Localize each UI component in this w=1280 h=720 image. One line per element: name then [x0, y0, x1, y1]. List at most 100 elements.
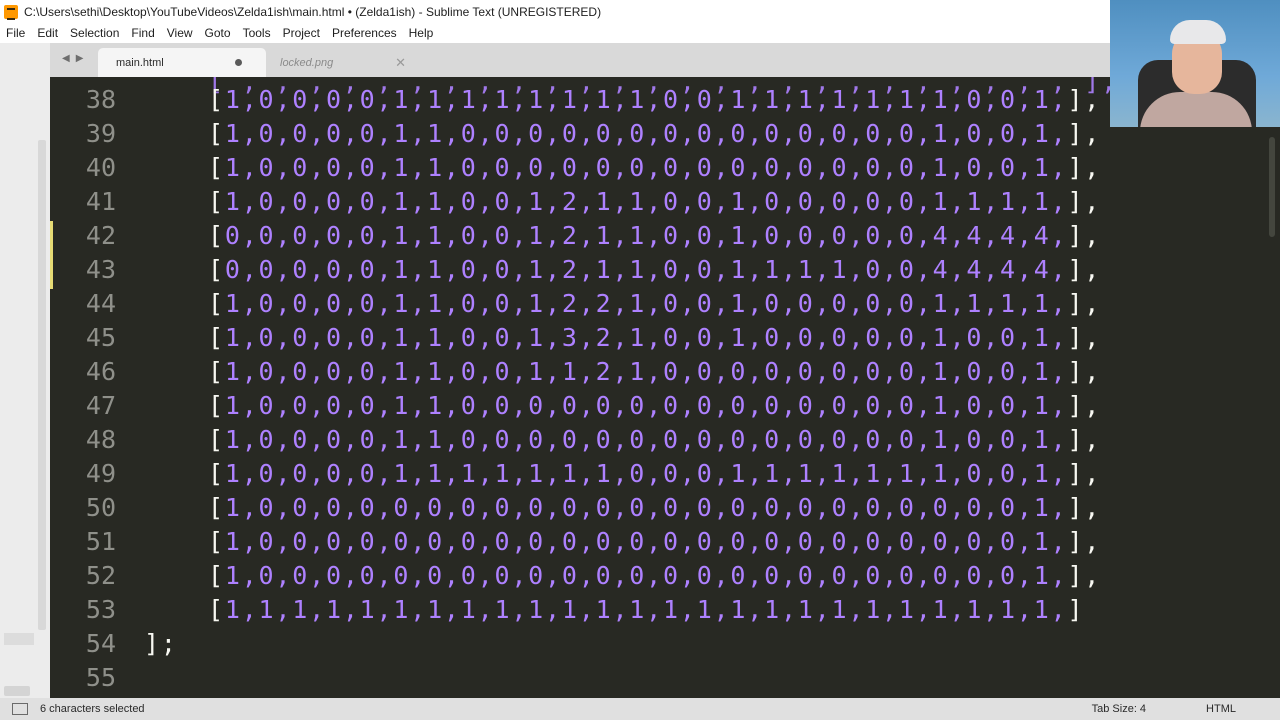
- code-line: [1,0,0,0,0,1,1,0,0,0,0,0,0,0,0,0,0,0,0,0…: [208, 119, 1101, 148]
- unsaved-dot-icon[interactable]: [235, 59, 242, 66]
- row-close: ],: [1067, 187, 1102, 216]
- menu-find[interactable]: Find: [125, 23, 160, 43]
- row-close: ]: [1067, 595, 1085, 624]
- row-values: 1,0,0,0,0,1,1,0,0,1,2,2,1,0,0,1,0,0,0,0,…: [224, 289, 1068, 318]
- code-line: [0,0,0,0,0,1,1,0,0,1,2,1,1,0,0,1,0,0,0,0…: [208, 221, 1101, 250]
- line-number: 48: [85, 425, 116, 454]
- tab-nav-arrows: ◀ ▶: [62, 53, 83, 64]
- side-panel-minimap-block: [4, 633, 34, 645]
- menu-edit[interactable]: Edit: [31, 23, 64, 43]
- row-close: ],: [1067, 493, 1102, 522]
- open-bracket: [: [208, 289, 225, 318]
- line-number: 44: [85, 289, 116, 318]
- row-close: ],: [1067, 221, 1102, 250]
- webcam-overlay: [1110, 0, 1280, 127]
- code-line: [0,0,0,0,0,1,1,0,0,1,2,1,1,0,0,1,1,1,1,0…: [208, 255, 1101, 284]
- modified-line-marker: [50, 221, 53, 255]
- line-number: 40: [85, 153, 116, 182]
- tab-label: locked.png: [280, 56, 334, 69]
- row-values: 1,0,0,0,0,0,0,0,0,0,0,0,0,0,0,0,0,0,0,0,…: [224, 561, 1068, 590]
- modified-line-marker: [50, 255, 53, 289]
- row-values: 1,0,0,0,0,1,1,0,0,0,0,0,0,0,0,0,0,0,0,0,…: [224, 425, 1068, 454]
- tab-size-indicator[interactable]: Tab Size: 4: [1092, 703, 1146, 715]
- row-values: 1,1,1,1,1,1,1,1,1,1,1,1,1,1,1,1,1,1,1,1,…: [224, 595, 1068, 624]
- open-bracket: [: [208, 561, 225, 590]
- closing-bracket: ];: [144, 629, 178, 658]
- open-bracket: [: [208, 323, 225, 352]
- menu-view[interactable]: View: [161, 23, 199, 43]
- code-line: [1,0,0,0,0,1,1,0,0,1,1,2,1,0,0,0,0,0,0,0…: [208, 357, 1101, 386]
- menu-project[interactable]: Project: [277, 23, 326, 43]
- open-bracket: [: [208, 391, 225, 420]
- open-bracket: [: [208, 459, 225, 488]
- side-panel: [0, 43, 50, 698]
- line-number: 51: [85, 527, 116, 556]
- line-number: 42: [85, 221, 116, 250]
- line-number: 50: [85, 493, 116, 522]
- tab-label: main.html: [116, 56, 164, 69]
- row-values: 0,0,0,0,0,1,1,0,0,1,2,1,1,0,0,1,1,1,1,0,…: [224, 255, 1068, 284]
- row-values: 1,0,0,0,0,1,1,0,0,0,0,0,0,0,0,0,0,0,0,0,…: [224, 391, 1068, 420]
- line-number: 39: [85, 119, 116, 148]
- open-bracket: [: [208, 119, 225, 148]
- title-bar: C:\Users\sethi\Desktop\YouTubeVideos\Zel…: [0, 0, 1280, 23]
- open-bracket: [: [208, 357, 225, 386]
- code-line: [1,0,0,0,0,1,1,0,0,0,0,0,0,0,0,0,0,0,0,0…: [208, 153, 1101, 182]
- menu-file[interactable]: File: [0, 23, 31, 43]
- row-values: 1,0,0,0,0,1,1,0,0,1,1,2,1,0,0,0,0,0,0,0,…: [224, 357, 1068, 386]
- open-bracket: [: [208, 221, 225, 250]
- open-bracket: [: [208, 187, 225, 216]
- row-close: ],: [1067, 289, 1102, 318]
- line-number: 55: [85, 663, 116, 692]
- menu-selection[interactable]: Selection: [64, 23, 125, 43]
- code-line: [1,1,1,1,1,1,1,1,1,1,1,1,1,1,1,1,1,1,1,1…: [208, 595, 1084, 624]
- menu-help[interactable]: Help: [403, 23, 440, 43]
- open-bracket: [: [208, 425, 225, 454]
- editor-scrollbar[interactable]: [1269, 137, 1275, 237]
- line-number: 43: [85, 255, 116, 284]
- row-close: ],: [1067, 119, 1102, 148]
- code-line: [1,0,0,0,0,0,0,0,0,0,0,0,0,0,0,0,0,0,0,0…: [208, 561, 1101, 590]
- line-number: 47: [85, 391, 116, 420]
- open-bracket: [: [208, 255, 225, 284]
- open-bracket: [: [208, 527, 225, 556]
- tab-main-html[interactable]: main.html: [98, 48, 266, 77]
- row-values: 1,0,0,0,0,1,1,0,0,0,0,0,0,0,0,0,0,0,0,0,…: [224, 119, 1068, 148]
- menu-tools[interactable]: Tools: [237, 23, 277, 43]
- line-number: 41: [85, 187, 116, 216]
- tab-locked-png[interactable]: locked.png ✕: [262, 48, 422, 77]
- line-number: 53: [85, 595, 116, 624]
- open-bracket: [: [208, 153, 225, 182]
- code-line: [1,0,0,0,0,1,1,0,0,1,2,1,1,0,0,1,0,0,0,0…: [208, 187, 1101, 216]
- close-icon[interactable]: ✕: [395, 55, 406, 71]
- code-editor[interactable]: [ , , , , , , , , , , , , , , , , , , , …: [50, 77, 1280, 698]
- code-line: [1,0,0,0,0,1,1,1,1,1,1,1,1,0,0,1,1,1,1,1…: [208, 85, 1101, 114]
- menu-bar: File Edit Selection Find View Goto Tools…: [0, 23, 1280, 43]
- panel-toggle-icon[interactable]: [12, 703, 28, 715]
- tab-forward-icon[interactable]: ▶: [76, 53, 84, 64]
- open-bracket: [: [208, 595, 225, 624]
- syntax-indicator[interactable]: HTML: [1206, 703, 1236, 715]
- code-line: [1,0,0,0,0,0,0,0,0,0,0,0,0,0,0,0,0,0,0,0…: [208, 493, 1101, 522]
- row-values: 1,0,0,0,0,0,0,0,0,0,0,0,0,0,0,0,0,0,0,0,…: [224, 493, 1068, 522]
- open-bracket: [: [208, 85, 225, 114]
- row-close: ],: [1067, 459, 1102, 488]
- row-close: ],: [1067, 425, 1102, 454]
- window-title: C:\Users\sethi\Desktop\YouTubeVideos\Zel…: [24, 4, 602, 19]
- menu-preferences[interactable]: Preferences: [326, 23, 403, 43]
- horizontal-scroll-thumb[interactable]: [4, 686, 30, 696]
- row-close: ],: [1067, 255, 1102, 284]
- menu-goto[interactable]: Goto: [199, 23, 237, 43]
- row-values: 1,0,0,0,0,0,0,0,0,0,0,0,0,0,0,0,0,0,0,0,…: [224, 527, 1068, 556]
- side-scrollbar[interactable]: [38, 140, 46, 630]
- line-number: 45: [85, 323, 116, 352]
- sublime-app-icon: [4, 4, 18, 20]
- row-values: 1,0,0,0,0,1,1,0,0,0,0,0,0,0,0,0,0,0,0,0,…: [224, 153, 1068, 182]
- row-close: ],: [1067, 323, 1102, 352]
- code-line: ];: [144, 629, 178, 658]
- tab-back-icon[interactable]: ◀: [62, 53, 70, 64]
- row-close: ],: [1067, 357, 1102, 386]
- row-close: ],: [1067, 527, 1102, 556]
- line-number: 49: [85, 459, 116, 488]
- code-line: [1,0,0,0,0,1,1,0,0,0,0,0,0,0,0,0,0,0,0,0…: [208, 391, 1101, 420]
